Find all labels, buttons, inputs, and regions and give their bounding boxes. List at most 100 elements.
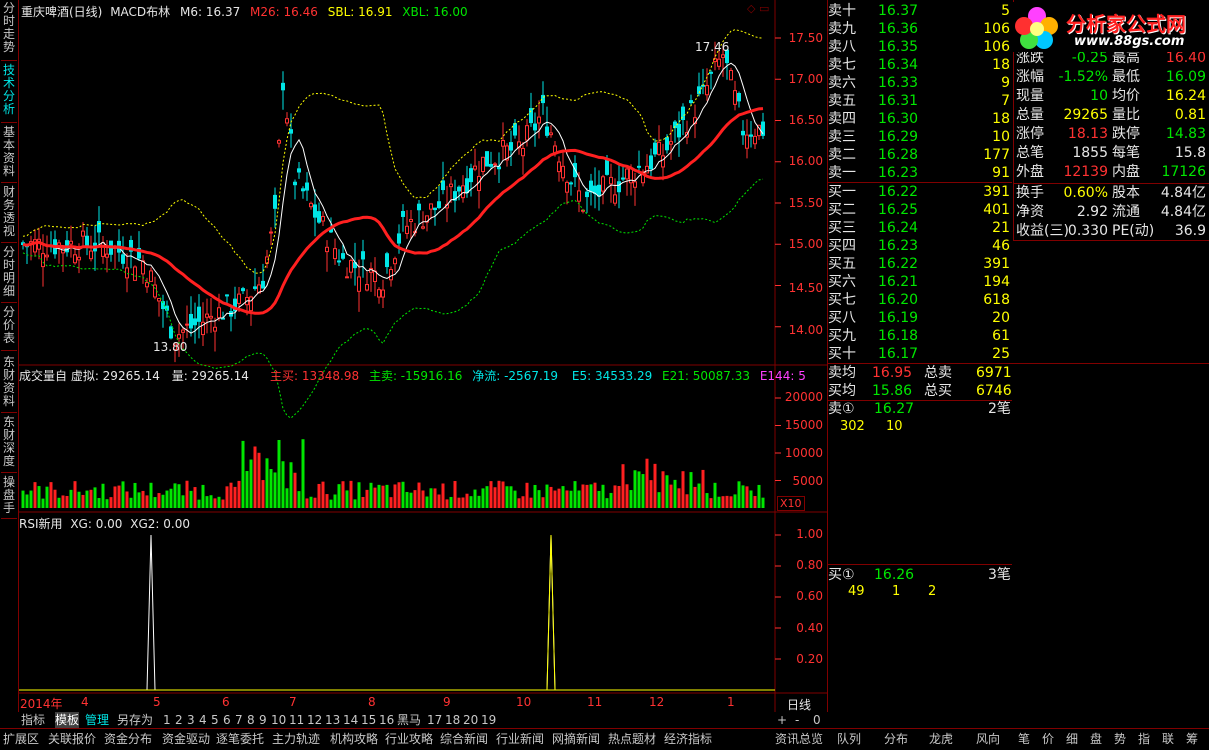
bottom-tab[interactable]: 经济指标 (664, 730, 712, 749)
zoom-button[interactable]: + (777, 712, 787, 728)
panel-tab[interactable]: 龙虎 (929, 730, 953, 749)
buy-level-row[interactable]: 买一 16.22 391 (828, 183, 1012, 202)
level-price: 16.35 (878, 39, 919, 55)
toolbar-tab[interactable]: 15 (361, 712, 376, 728)
toolbar-tab[interactable]: 2 (175, 712, 183, 728)
buy-level-row[interactable]: 买十 16.17 25 (828, 345, 1012, 364)
level-label: 买十 (828, 346, 856, 362)
buy-level-row[interactable]: 买四 16.23 46 (828, 237, 1012, 256)
sell-level-row[interactable]: 卖五 16.31 7 (828, 92, 1012, 111)
tab-trader[interactable]: 操盘手 (1, 476, 17, 519)
sell-level-row[interactable]: 卖二 16.28 177 (828, 146, 1012, 165)
panel-mini-tab[interactable]: 笔 (1018, 730, 1030, 749)
volume-bar (673, 479, 677, 508)
toolbar-tab[interactable]: 1 (163, 712, 171, 728)
panel-mini-tab[interactable]: 盘 (1090, 730, 1102, 749)
zoom-button[interactable]: 0 (813, 712, 821, 728)
toolbar-tab[interactable]: 模板 (55, 712, 80, 728)
toolbar-tab[interactable]: 19 (481, 712, 496, 728)
sell-level-row[interactable]: 卖七 16.34 18 (828, 56, 1012, 75)
panel-mini-tab[interactable]: 指 (1138, 730, 1150, 749)
bottom-tab[interactable]: 行业攻略 (385, 730, 433, 749)
bottom-tab[interactable]: 热点题材 (608, 730, 656, 749)
tab-fenshi[interactable]: 分时走势 (1, 2, 17, 61)
volume-tick: 15000 (784, 418, 823, 432)
toolbar-tab[interactable]: 20 (463, 712, 478, 728)
volume-bar (45, 486, 49, 508)
toolbar-tab[interactable]: 12 (307, 712, 322, 728)
candle-body (489, 163, 493, 167)
bottom-tab[interactable]: 资金驱动 (162, 730, 210, 749)
toolbar-tab[interactable]: 指标 (21, 712, 45, 728)
sell-level-row[interactable]: 卖三 16.29 10 (828, 128, 1012, 147)
bottom-tab[interactable]: 逐笔委托 (216, 730, 264, 749)
kline-chart-svg[interactable] (19, 0, 827, 712)
tab-technical[interactable]: 技术分析 (1, 64, 17, 123)
buy-level-row[interactable]: 买九 16.18 61 (828, 327, 1012, 346)
sell-level-row[interactable]: 卖四 16.30 18 (828, 110, 1012, 129)
panel-mini-tab[interactable]: 筹 (1186, 730, 1198, 749)
toolbar-tab[interactable]: 9 (259, 712, 267, 728)
tab-price-table[interactable]: 分价表 (1, 306, 17, 351)
panel-tab[interactable]: 风向 (976, 730, 1000, 749)
toolbar-tab[interactable]: 8 (247, 712, 255, 728)
toolbar-tab[interactable]: 18 (445, 712, 460, 728)
candle-body (705, 85, 709, 96)
volume-bar (325, 494, 329, 508)
bottom-tab[interactable]: 行业新闻 (496, 730, 544, 749)
toolbar-tab[interactable]: 3 (187, 712, 195, 728)
toolbar-tab[interactable]: 16 (379, 712, 394, 728)
toolbar-tab[interactable]: 黑马 (397, 712, 421, 728)
bottom-tab[interactable]: 资金分布 (104, 730, 152, 749)
panel-mini-tab[interactable]: 势 (1114, 730, 1126, 749)
bottom-tab[interactable]: 关联报价 (48, 730, 96, 749)
buy-level-row[interactable]: 买七 16.20 618 (828, 291, 1012, 310)
volume-bar (205, 496, 209, 508)
panel-mini-tab[interactable]: 细 (1066, 730, 1078, 749)
buy-level-row[interactable]: 买五 16.22 391 (828, 255, 1012, 274)
toolbar-tab[interactable]: 5 (211, 712, 219, 728)
toolbar-tab[interactable]: 10 (271, 712, 286, 728)
sell-level-row[interactable]: 卖十 16.37 5 (828, 2, 1012, 21)
bottom-tab[interactable]: 扩展区 (3, 730, 39, 749)
buy-level-row[interactable]: 买八 16.19 20 (828, 309, 1012, 328)
buy-level-row[interactable]: 买六 16.21 194 (828, 273, 1012, 292)
panel-mini-tab[interactable]: 价 (1042, 730, 1054, 749)
tab-east-info[interactable]: 东财资料 (1, 356, 17, 413)
tab-finance[interactable]: 财务透视 (1, 186, 17, 243)
bottom-tab[interactable]: 机构攻略 (330, 730, 378, 749)
sell-level-row[interactable]: 卖六 16.33 9 (828, 74, 1012, 93)
toolbar-tab[interactable]: 13 (325, 712, 340, 728)
volume-bar (645, 458, 649, 508)
level-price: 16.18 (878, 328, 919, 344)
tab-tick-detail[interactable]: 分时明细 (1, 246, 17, 303)
toolbar-tab[interactable]: 17 (427, 712, 442, 728)
pane-control-icon[interactable]: ◇ ▭ (747, 2, 769, 15)
chart-area[interactable]: 重庆啤酒(日线) MACD布林 M6: 16.37 M26: 16.46 SBL… (19, 0, 827, 712)
toolbar-tab[interactable]: 管理 (85, 712, 109, 728)
buy-level-row[interactable]: 买二 16.25 401 (828, 201, 1012, 220)
bottom-tab[interactable]: 主力轨迹 (272, 730, 320, 749)
sell-level-row[interactable]: 卖九 16.36 106 (828, 20, 1012, 39)
toolbar-tab[interactable]: 11 (289, 712, 304, 728)
toolbar-tab[interactable]: 另存为 (117, 712, 153, 728)
bottom-tab[interactable]: 网摘新闻 (552, 730, 600, 749)
panel-tab[interactable]: 分布 (884, 730, 908, 749)
volume-bar (157, 493, 161, 508)
toolbar-tab[interactable]: 6 (223, 712, 231, 728)
buy-level-row[interactable]: 买三 16.24 21 (828, 219, 1012, 238)
sell-level-row[interactable]: 卖一 16.23 91 (828, 164, 1012, 183)
tab-basic-info[interactable]: 基本资料 (1, 126, 17, 183)
zoom-button[interactable]: - (795, 712, 799, 728)
bottom-tab[interactable]: 综合新闻 (440, 730, 488, 749)
period-label[interactable]: 日线 (787, 696, 811, 713)
toolbar-tab[interactable]: 4 (199, 712, 207, 728)
panel-tab[interactable]: 队列 (837, 730, 861, 749)
sell-level-row[interactable]: 卖八 16.35 106 (828, 38, 1012, 57)
low-price-mark: 13.80 (153, 340, 188, 354)
toolbar-tab[interactable]: 14 (343, 712, 358, 728)
tab-east-depth[interactable]: 东财深度 (1, 416, 17, 473)
panel-tab[interactable]: 资讯总览 (775, 730, 823, 749)
panel-mini-tab[interactable]: 联 (1162, 730, 1174, 749)
toolbar-tab[interactable]: 7 (235, 712, 243, 728)
